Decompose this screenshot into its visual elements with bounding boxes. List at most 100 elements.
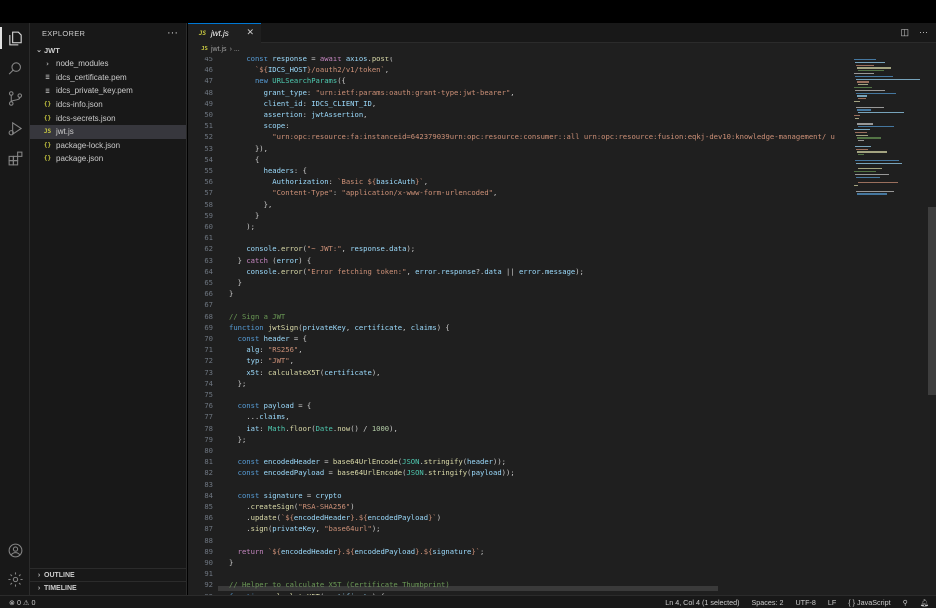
account-icon[interactable] <box>0 535 30 565</box>
file-item[interactable]: ≡ idcs_private_key.pem <box>30 84 186 98</box>
vertical-scrollbar[interactable] <box>928 207 936 395</box>
code-line[interactable]: 64 console.error("Error fetching token:"… <box>188 266 848 277</box>
js-file-icon: JS <box>201 46 208 52</box>
file-item[interactable]: {} idcs-secrets.json <box>30 111 186 125</box>
code-line[interactable]: 58 }, <box>188 199 848 210</box>
code-editor[interactable]: 45 const response = await axios.post(46 … <box>188 57 848 595</box>
more-actions-icon[interactable]: ··· <box>919 27 928 38</box>
notifications-bell-icon[interactable]: 🔔︎ <box>920 598 929 607</box>
code-line[interactable]: 78 iat: Math.floor(Date.now() / 1000), <box>188 423 848 434</box>
line-number: 78 <box>204 423 213 433</box>
indentation[interactable]: Spaces: 2 <box>752 598 784 607</box>
code-line[interactable]: 68 // Sign a JWT <box>188 311 848 322</box>
timeline-section[interactable]: › TIMELINE <box>30 581 187 594</box>
end-of-line[interactable]: LF <box>828 598 836 607</box>
more-actions-icon[interactable]: ··· <box>167 27 178 39</box>
close-icon[interactable]: ✕ <box>246 27 254 38</box>
code-line[interactable]: 79 }; <box>188 434 848 445</box>
outline-label: OUTLINE <box>44 571 75 579</box>
file-item[interactable]: ≡ idcs_certificate.pem <box>30 71 186 85</box>
split-editor-icon[interactable]: ◫ <box>900 27 909 38</box>
code-line[interactable]: 87 .sign(privateKey, "base64url"); <box>188 523 848 534</box>
code-line[interactable]: 76 const payload = { <box>188 400 848 411</box>
code-line[interactable]: 72 typ: "JWT", <box>188 355 848 366</box>
horizontal-scrollbar[interactable] <box>218 586 718 591</box>
problems-indicator[interactable]: ⊗ 0 ⚠ 0 <box>9 598 35 607</box>
code-line[interactable]: 81 const encodedHeader = base64UrlEncode… <box>188 456 848 467</box>
minimap-line <box>855 131 867 134</box>
code-line[interactable]: 51 scope: <box>188 120 848 131</box>
code-line[interactable]: 70 const header = { <box>188 333 848 344</box>
code-line[interactable]: 89 return `${encodedHeader}.${encodedPay… <box>188 546 848 557</box>
file-item[interactable]: {} package.json <box>30 152 186 166</box>
code-line[interactable]: 55 headers: { <box>188 165 848 176</box>
code-line[interactable]: 56 Authorization: `Basic ${basicAuth}`, <box>188 176 848 187</box>
code-line[interactable]: 50 assertion: jwtAssertion, <box>188 109 848 120</box>
code-line[interactable]: 69 function jwtSign(privateKey, certifica… <box>188 322 848 333</box>
code-line[interactable]: 80 <box>188 445 848 456</box>
code-line[interactable]: 86 .update(`${encodedHeader}.${encodedPa… <box>188 512 848 523</box>
cursor-position[interactable]: Ln 4, Col 4 (1 selected) <box>665 598 739 607</box>
minimap-line <box>856 162 902 164</box>
settings-gear-icon[interactable] <box>0 564 30 594</box>
code-line[interactable]: 85 .createSign("RSA-SHA256") <box>188 501 848 512</box>
code-line[interactable]: 59 } <box>188 210 848 221</box>
minimap[interactable] <box>852 57 926 595</box>
code-line[interactable]: 48 grant_type: "urn:ietf:params:oauth:gr… <box>188 87 848 98</box>
code-line[interactable]: 57 "Content-Type": "application/x-www-fo… <box>188 187 848 198</box>
code-line[interactable]: 45 const response = await axios.post( <box>188 57 848 64</box>
search-icon[interactable] <box>0 53 30 83</box>
language-mode[interactable]: { } JavaScript <box>848 598 890 607</box>
code-line[interactable]: 49 client_id: IDCS_CLIENT_ID, <box>188 98 848 109</box>
file-item[interactable]: {} package-lock.json <box>30 139 186 153</box>
line-number: 79 <box>204 434 213 444</box>
code-line[interactable]: 63 } catch (error) { <box>188 255 848 266</box>
breadcrumb-file[interactable]: jwt.js <box>211 46 227 53</box>
line-number: 75 <box>204 390 213 399</box>
code-line[interactable]: 77 ...claims, <box>188 411 848 422</box>
line-number: 48 <box>204 87 213 97</box>
file-item[interactable]: JS jwt.js <box>30 124 186 139</box>
code-line[interactable]: 91 <box>188 568 848 579</box>
code-line[interactable]: 52 "urn:opc:resource:fa:instanceid=64237… <box>188 131 848 142</box>
source-control-icon[interactable] <box>0 83 30 113</box>
code-line[interactable]: 75 <box>188 389 848 400</box>
code-line[interactable]: 66} <box>188 288 848 299</box>
breadcrumb[interactable]: JS jwt.js › ... <box>188 43 936 55</box>
run-debug-icon[interactable] <box>0 113 30 143</box>
code-line[interactable]: 74 }; <box>188 378 848 389</box>
code-line[interactable]: 46 `${IDCS_HOST}/oauth2/v1/token`, <box>188 64 848 75</box>
code-line[interactable]: 60 ); <box>188 221 848 232</box>
outline-section[interactable]: › OUTLINE <box>30 568 187 581</box>
line-content: "Content-Type": "application/x-www-form-… <box>272 188 498 198</box>
encoding[interactable]: UTF-8 <box>795 598 815 607</box>
code-line[interactable]: 84 const signature = crypto <box>188 490 848 501</box>
file-item[interactable]: › node_modules <box>30 57 186 71</box>
code-line[interactable]: 62 console.error("~ JWT:", response.data… <box>188 243 848 254</box>
code-line[interactable]: 65 } <box>188 277 848 288</box>
folder-jwt[interactable]: ⌄ JWT <box>30 43 186 57</box>
code-line[interactable]: 73 x5t: calculateX5T(certificate), <box>188 367 848 378</box>
tab-jwt-js[interactable]: JS jwt.js ✕ <box>188 23 261 43</box>
code-line[interactable]: 82 const encodedPayload = base64UrlEncod… <box>188 467 848 478</box>
code-line[interactable]: 54 { <box>188 154 848 165</box>
code-line[interactable]: 90} <box>188 557 848 568</box>
code-line[interactable]: 88 <box>188 535 848 546</box>
title-bar <box>0 0 936 23</box>
code-line[interactable]: 83 <box>188 479 848 490</box>
line-number: 81 <box>204 457 213 467</box>
minimap-line <box>854 129 870 131</box>
explorer-icon[interactable] <box>0 23 30 53</box>
editor-actions: ◫ ··· <box>900 27 928 38</box>
breadcrumb-rest[interactable]: › ... <box>230 46 240 53</box>
code-line[interactable]: 53 }), <box>188 143 848 154</box>
file-item[interactable]: {} idcs-info.json <box>30 98 186 112</box>
extensions-icon[interactable] <box>0 143 30 173</box>
code-line[interactable]: 61 <box>188 232 848 243</box>
code-line[interactable]: 47 new URLSearchParams({ <box>188 75 848 86</box>
minimap-line <box>854 171 876 173</box>
minimap-line <box>855 145 871 148</box>
code-line[interactable]: 67 <box>188 299 848 310</box>
code-line[interactable]: 71 alg: "RS256", <box>188 344 848 355</box>
copilot-icon[interactable]: ⚲ <box>903 598 908 607</box>
